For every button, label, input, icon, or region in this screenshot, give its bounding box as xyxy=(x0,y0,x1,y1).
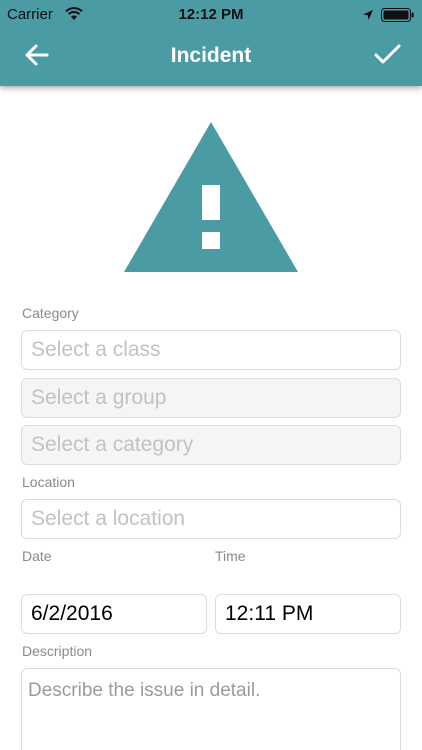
category-select[interactable] xyxy=(21,425,401,465)
status-bar: Carrier 12:12 PM xyxy=(0,0,422,30)
description-label: Description xyxy=(22,643,93,659)
navigation-header: Carrier 12:12 PM Incident xyxy=(0,0,422,86)
page-title: Incident xyxy=(170,44,252,67)
status-time: 12:12 PM xyxy=(178,6,244,23)
location-arrow-icon xyxy=(362,8,374,25)
class-select[interactable] xyxy=(21,330,401,370)
location-label: Location xyxy=(22,474,75,490)
description-input[interactable] xyxy=(21,668,401,750)
time-label: Time xyxy=(215,548,246,564)
category-label: Category xyxy=(22,305,79,321)
date-label: Date xyxy=(22,548,52,564)
confirm-button[interactable] xyxy=(370,39,404,71)
time-field[interactable]: 12:11 PM xyxy=(215,594,401,634)
group-select[interactable] xyxy=(21,378,401,418)
checkmark-icon xyxy=(374,44,401,64)
warning-triangle-icon xyxy=(124,122,298,278)
location-select[interactable] xyxy=(21,499,401,539)
battery-icon xyxy=(381,8,415,26)
date-field[interactable]: 6/2/2016 xyxy=(21,594,207,634)
